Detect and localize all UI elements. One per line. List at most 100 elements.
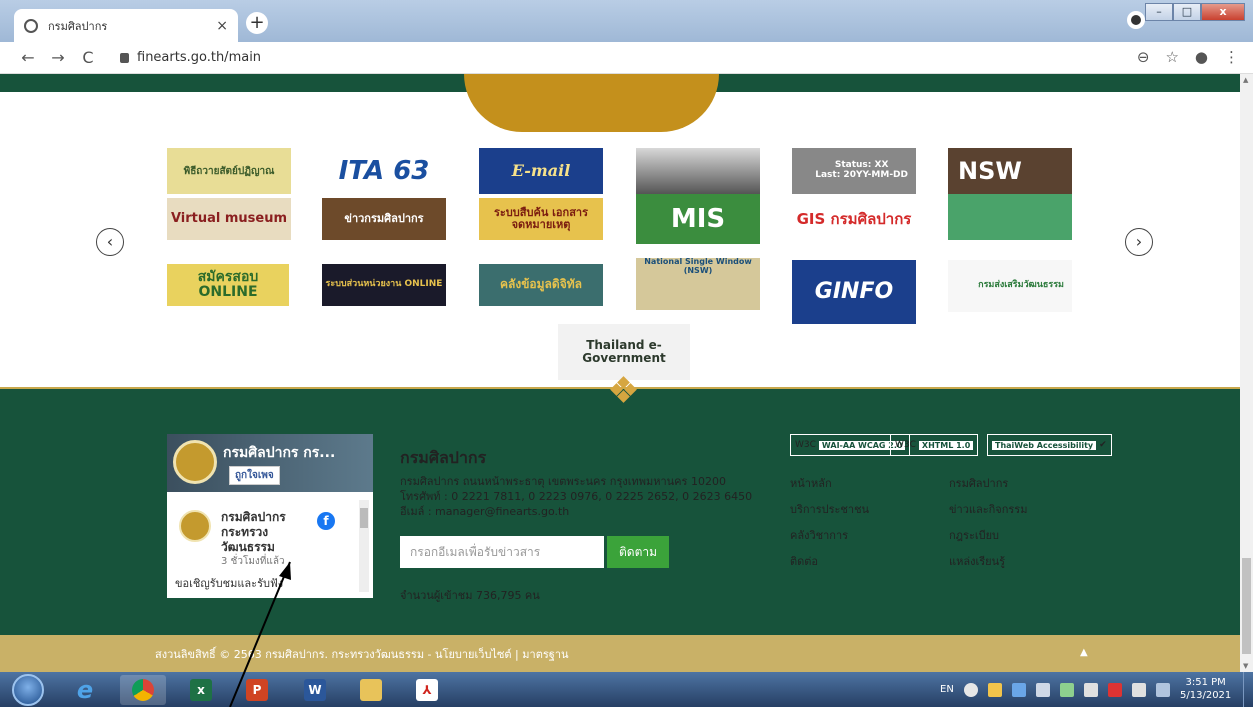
tray-alert-icon[interactable] — [1107, 682, 1122, 697]
volume-icon[interactable] — [1083, 682, 1098, 697]
reload-button[interactable]: C — [76, 48, 100, 67]
back-button[interactable]: ← — [16, 48, 40, 67]
footer-contact-info: กรมศิลปากร ถนนหน้าพระธาตุ เขตพระนคร กรุง… — [400, 474, 752, 519]
account-icon[interactable]: ● — [1195, 48, 1208, 66]
show-desktop-button[interactable] — [1243, 672, 1253, 707]
footer-email[interactable]: อีเมล์ : manager@finearts.go.th — [400, 504, 752, 519]
windows-taskbar: e x P W ⅄ EN 3:51 PM 5/13/2021 — [0, 672, 1253, 707]
system-tray: EN — [940, 672, 1170, 707]
new-tab-button[interactable]: + — [246, 12, 268, 34]
web-page: ‹ › พิธีถวายสัตย์ปฏิญาณ ITA 63 E-mail St… — [0, 74, 1240, 672]
bookmark-star-icon[interactable]: ☆ — [1165, 48, 1178, 66]
pdf-reader-taskbar-icon[interactable]: ⅄ — [404, 675, 450, 705]
clock-date: 5/13/2021 — [1180, 690, 1232, 701]
zoom-icon[interactable]: ⊖ — [1137, 48, 1150, 66]
back-to-top-button[interactable]: ▲ — [1080, 647, 1088, 658]
clock-time: 3:51 PM — [1185, 677, 1226, 688]
browser-tab[interactable]: กรมศิลปากร × — [14, 9, 238, 42]
scroll-thumb[interactable] — [1242, 558, 1251, 654]
post-author[interactable]: กรมศิลปากร กระทรวงวัฒนธรรม — [221, 510, 321, 555]
close-window-button[interactable]: x — [1201, 3, 1245, 21]
help-icon[interactable] — [963, 682, 978, 697]
url-field[interactable]: finearts.go.th/main — [137, 50, 261, 65]
gold-crest-decoration — [464, 74, 719, 132]
footer-link-contact[interactable]: ติดต่อ — [790, 552, 818, 570]
powerpoint-taskbar-icon[interactable]: P — [234, 675, 280, 705]
copyright-bar: สงวนลิขสิทธิ์ © 2563 กรมศิลปากร. กระทรวง… — [0, 635, 1240, 672]
file-explorer-taskbar-icon[interactable] — [348, 675, 394, 705]
banner-promotion[interactable] — [948, 194, 1072, 240]
post-timestamp[interactable]: 3 ชั่วโมงที่แล้ว — [221, 554, 285, 569]
banner-thailand-egov[interactable]: Thailand e-Government — [558, 324, 690, 380]
forward-button[interactable]: → — [46, 48, 70, 67]
tray-sync-icon[interactable] — [1059, 682, 1074, 697]
footer-link-rules[interactable]: กฎระเบียบ — [949, 526, 999, 544]
footer-phone: โทรศัพท์ : 0 2221 7811, 0 2223 0976, 0 2… — [400, 490, 753, 503]
subscribe-email-input[interactable]: กรอกอีเมลเพื่อรับข่าวสาร — [400, 536, 604, 568]
footer-link-home[interactable]: หน้าหลัก — [790, 474, 832, 492]
tab-close-icon[interactable]: × — [216, 18, 228, 34]
thaiweb-badge[interactable]: ThaiWeb Accessibility ✔ — [987, 434, 1112, 456]
tray-app-icon[interactable] — [987, 682, 1002, 697]
banner-ginfo[interactable]: GINFO — [792, 260, 916, 324]
facebook-page-name[interactable]: กรมศิลปากร กร... — [223, 442, 335, 464]
power-icon[interactable] — [1155, 682, 1170, 697]
minimize-button[interactable]: – — [1145, 3, 1173, 21]
xhtml-badge[interactable]: W3C XHTML 1.0 — [890, 434, 979, 456]
banner-department-news[interactable]: ข่าวกรมศิลปากร — [322, 198, 446, 240]
lock-icon[interactable] — [120, 52, 129, 63]
network-icon[interactable] — [1035, 682, 1050, 697]
banner-status[interactable]: Status: XX Last: 20YY-MM-DD — [792, 148, 916, 194]
facebook-like-button[interactable]: ถูกใจเพจ — [229, 466, 280, 485]
tab-title: กรมศิลปากร — [48, 19, 108, 33]
language-indicator[interactable]: EN — [940, 684, 954, 695]
banner-agency-online[interactable]: ระบบส่วนหน่วยงาน ONLINE — [322, 264, 446, 306]
menu-kebab-icon[interactable]: ⋮ — [1224, 48, 1239, 66]
footer-link-news[interactable]: ข่าวและกิจกรรม — [949, 500, 1027, 518]
scroll-down-icon[interactable]: ▼ — [1243, 662, 1248, 670]
banner-archive-photo[interactable] — [636, 148, 760, 194]
banner-mis[interactable]: MIS — [636, 194, 760, 244]
system-clock[interactable]: 3:51 PM 5/13/2021 — [1180, 676, 1231, 702]
banner-archive-search[interactable]: ระบบสืบค้น เอกสารจดหมายเหตุ — [479, 198, 603, 240]
footer-link-department[interactable]: กรมศิลปากร — [949, 474, 1008, 492]
banner-exam-online[interactable]: สมัครสอบ ONLINE — [167, 264, 289, 306]
banner-gis[interactable]: GIS กรมศิลปากร — [792, 198, 916, 240]
action-center-icon[interactable] — [1131, 682, 1146, 697]
word-taskbar-icon[interactable]: W — [292, 675, 338, 705]
banner-nsw[interactable]: NSW — [948, 148, 1072, 194]
window-controls: – □ x — [1145, 3, 1245, 21]
facebook-icon: f — [317, 512, 335, 530]
address-bar-actions: ⊖ ☆ ● ⋮ — [1137, 48, 1239, 66]
profile-icon[interactable] — [1127, 11, 1145, 29]
facebook-widget-scrollbar[interactable] — [359, 500, 369, 592]
chrome-taskbar-icon[interactable] — [120, 675, 166, 705]
page-scrollbar[interactable]: ▲ ▼ — [1240, 74, 1253, 672]
start-button[interactable] — [12, 674, 44, 706]
carousel-prev-button[interactable]: ‹ — [96, 228, 124, 256]
scroll-up-icon[interactable]: ▲ — [1243, 76, 1248, 84]
banner-cultural-promotion[interactable]: กรมส่งเสริมวัฒนธรรม — [948, 260, 1072, 312]
banner-national-single-window[interactable]: National Single Window (NSW) — [636, 258, 760, 310]
post-avatar — [179, 510, 211, 542]
carousel-next-button[interactable]: › — [1125, 228, 1153, 256]
facebook-page-widget[interactable]: กรมศิลปากร กร... ถูกใจเพจ กรมศิลปากร กระ… — [167, 434, 373, 598]
globe-icon — [24, 18, 38, 33]
department-logo — [173, 440, 217, 484]
banner-virtual-museum[interactable]: Virtual museum — [167, 198, 291, 240]
excel-taskbar-icon[interactable]: x — [178, 675, 224, 705]
footer-link-services[interactable]: บริการประชาชน — [790, 500, 869, 518]
banner-digital-archive[interactable]: คลังข้อมูลดิจิทัล — [479, 264, 603, 306]
facebook-page-header: กรมศิลปากร กร... ถูกใจเพจ — [167, 434, 373, 492]
tray-calendar-icon[interactable] — [1011, 682, 1026, 697]
subscribe-button[interactable]: ติดตาม — [607, 536, 669, 568]
maximize-button[interactable]: □ — [1173, 3, 1201, 21]
ie-taskbar-icon[interactable]: e — [62, 675, 108, 705]
banner-email[interactable]: E-mail — [479, 148, 603, 194]
banner-oath-ceremony[interactable]: พิธีถวายสัตย์ปฏิญาณ — [167, 148, 291, 194]
footer-link-knowledge[interactable]: คลังวิชาการ — [790, 526, 848, 544]
footer-link-learning[interactable]: แหล่งเรียนรู้ — [949, 552, 1005, 570]
banner-ita63[interactable]: ITA 63 — [322, 148, 446, 194]
footer-ornament-icon — [610, 376, 637, 403]
browser-tab-bar: กรมศิลปากร × + – □ x — [0, 0, 1253, 42]
